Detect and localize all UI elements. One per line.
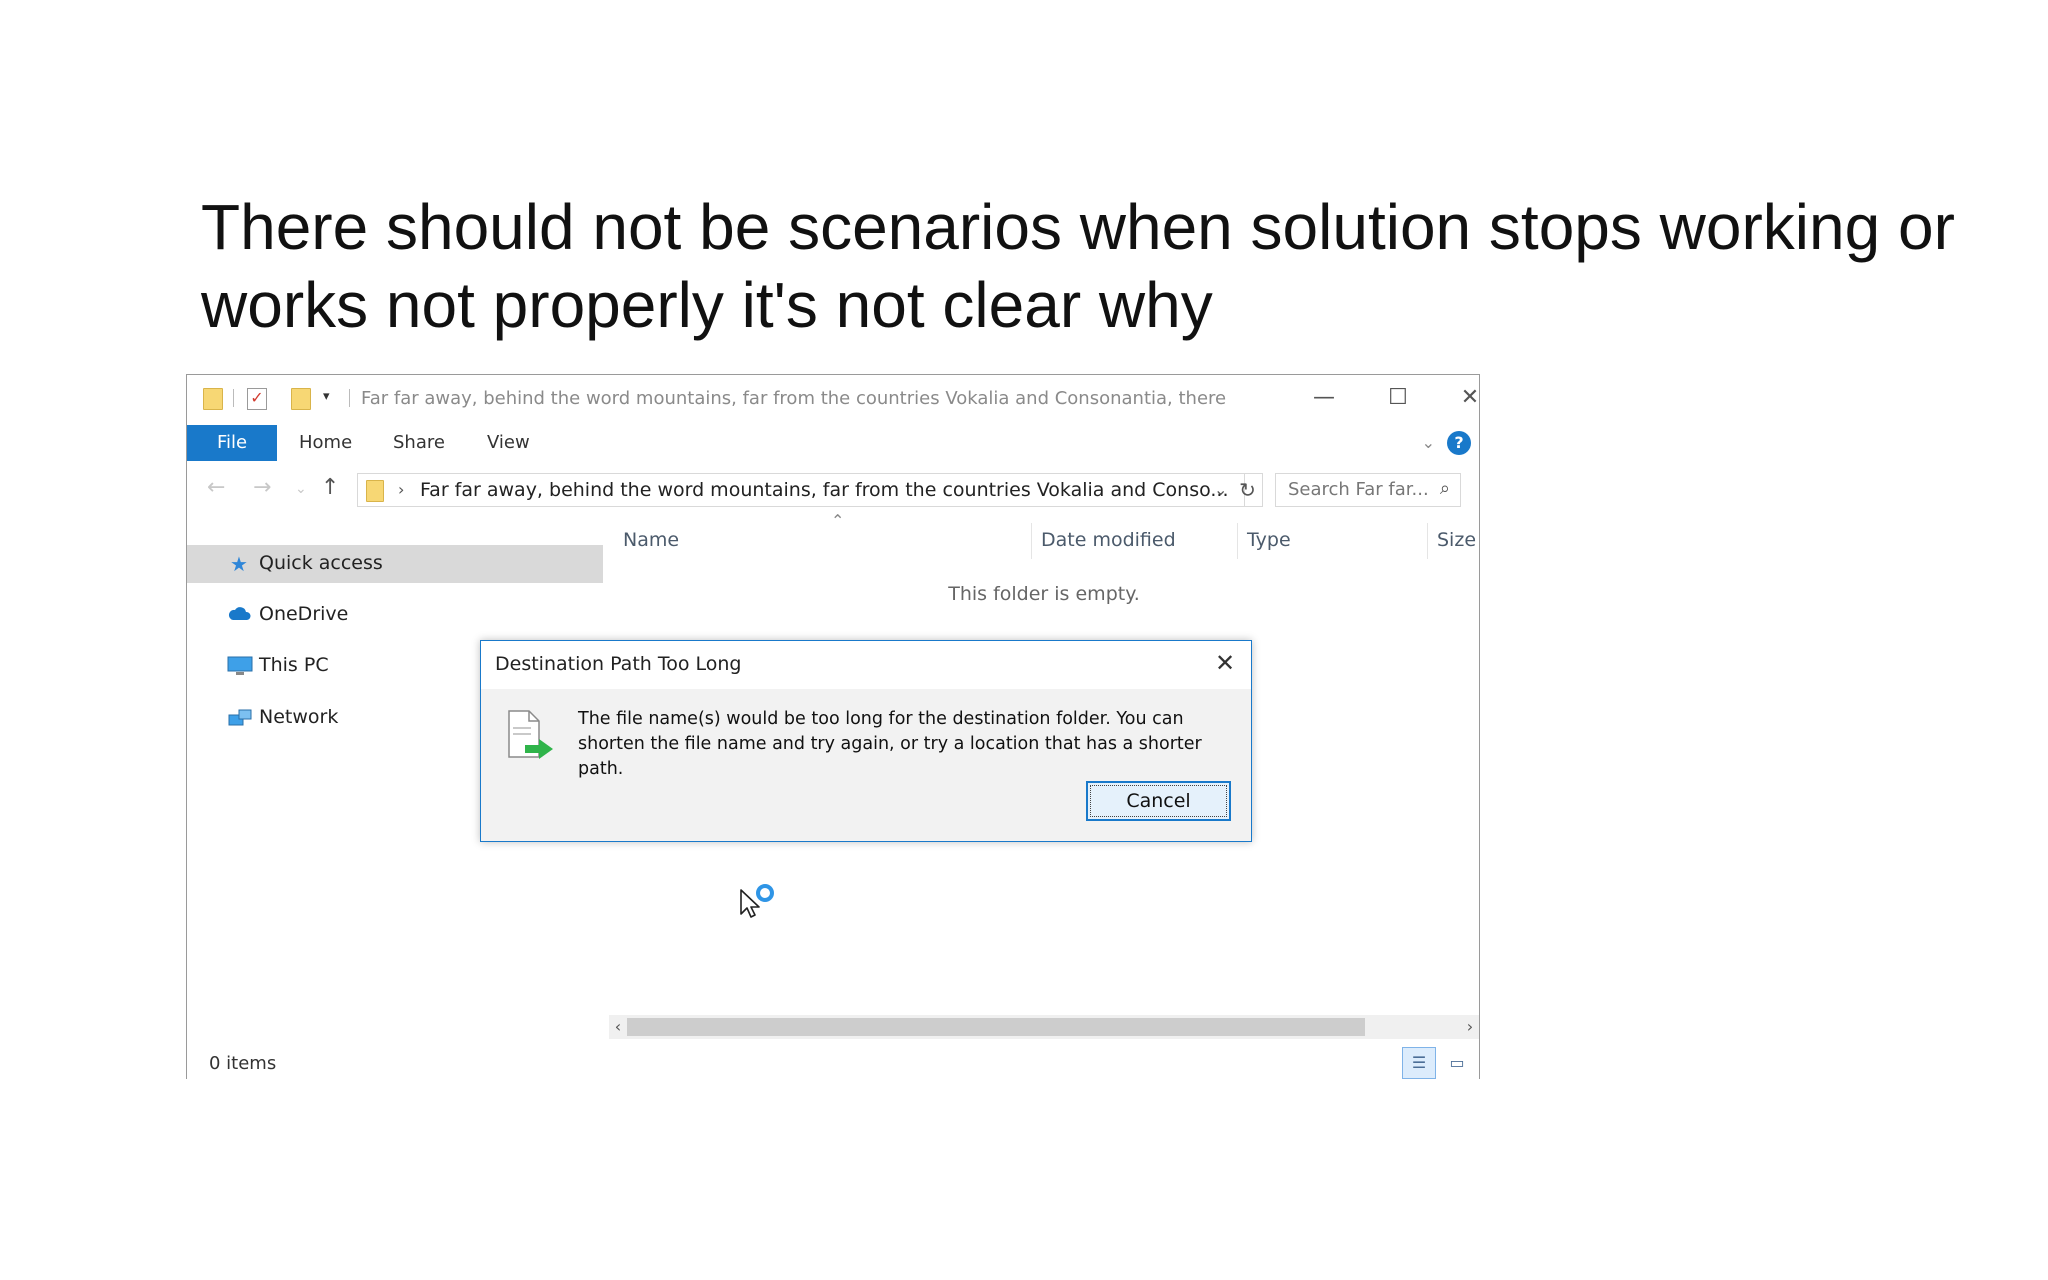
scroll-left-icon[interactable]: ‹ (609, 1015, 627, 1039)
toolbar-separator (233, 389, 234, 407)
properties-icon[interactable]: ✓ (247, 388, 267, 410)
toolbar-separator (349, 389, 350, 407)
window-title: Far far away, behind the word mountains,… (361, 388, 1227, 409)
expand-ribbon-icon[interactable]: ⌄ (1422, 433, 1435, 452)
breadcrumb-chevron-icon[interactable]: › (398, 480, 404, 499)
horizontal-scrollbar[interactable]: ‹ › (609, 1015, 1479, 1039)
cloud-icon (227, 604, 251, 626)
sidebar-item-onedrive[interactable]: OneDrive (187, 596, 603, 634)
column-header-name[interactable]: Name (623, 529, 679, 551)
folder-icon (366, 480, 384, 502)
up-arrow-icon[interactable]: ↑ (321, 475, 339, 500)
dialog-message: The file name(s) would be too long for t… (578, 709, 1202, 779)
tab-file[interactable]: File (187, 425, 277, 461)
large-icons-view-icon[interactable]: ▭ (1440, 1047, 1474, 1079)
maximize-button[interactable]: ☐ (1371, 381, 1425, 417)
cancel-button-label: Cancel (1090, 785, 1227, 817)
column-separator[interactable] (1427, 523, 1428, 559)
column-header-size[interactable]: Size (1437, 529, 1476, 551)
star-icon: ★ (230, 552, 248, 576)
recent-locations-icon[interactable]: ⌄ (295, 481, 307, 497)
column-header-type[interactable]: Type (1247, 529, 1291, 551)
scrollbar-thumb[interactable] (627, 1018, 1365, 1036)
file-move-icon (503, 709, 555, 765)
scroll-right-icon[interactable]: › (1461, 1015, 1479, 1039)
title-bar: ✓ ▾ Far far away, behind the word mounta… (187, 375, 1479, 425)
dialog-close-button[interactable]: ✕ (1207, 645, 1243, 681)
tab-view[interactable]: View (487, 425, 530, 461)
search-placeholder: Search Far far... (1288, 479, 1429, 500)
tab-share[interactable]: Share (393, 425, 445, 461)
refresh-icon[interactable]: ↻ (1233, 473, 1263, 507)
status-bar: 0 items ☰ ▭ (187, 1045, 1479, 1079)
address-dropdown-icon[interactable]: ⌄ (1214, 480, 1227, 499)
sort-caret-icon: ⌃ (831, 511, 845, 530)
column-separator[interactable] (1031, 523, 1032, 559)
minimize-button[interactable]: — (1297, 381, 1351, 417)
empty-folder-message: This folder is empty. (948, 583, 1140, 605)
forward-arrow-icon[interactable]: → (253, 475, 271, 500)
sidebar-item-label: Quick access (259, 552, 383, 574)
item-count: 0 items (209, 1053, 277, 1074)
sidebar-item-label: Network (259, 706, 339, 728)
customize-toolbar-icon[interactable]: ▾ (323, 389, 330, 404)
computer-icon (227, 655, 253, 677)
busy-cursor-icon (740, 884, 780, 924)
ribbon-tabs: File Home Share View ⌄ ? (187, 425, 1479, 461)
address-bar[interactable]: › Far far away, behind the word mountain… (357, 473, 1245, 507)
dialog-title-bar: Destination Path Too Long ✕ (481, 641, 1251, 689)
address-path[interactable]: Far far away, behind the word mountains,… (420, 479, 1229, 501)
navigation-bar: ← → ⌄ ↑ › Far far away, behind the word … (187, 461, 1479, 517)
search-icon[interactable]: ⌕ (1440, 478, 1450, 499)
sidebar-item-quick-access[interactable]: ★ Quick access (187, 545, 603, 583)
destination-path-too-long-dialog: Destination Path Too Long ✕ The file nam… (480, 640, 1252, 842)
help-icon[interactable]: ? (1447, 431, 1471, 455)
column-separator[interactable] (1237, 523, 1238, 559)
folder-icon (203, 388, 223, 410)
sidebar-item-label: This PC (259, 654, 329, 676)
column-header-date-modified[interactable]: Date modified (1041, 529, 1176, 551)
slide-title: There should not be scenarios when solut… (201, 191, 1955, 341)
back-arrow-icon[interactable]: ← (207, 475, 225, 500)
details-view-icon[interactable]: ☰ (1402, 1047, 1436, 1079)
new-folder-icon[interactable] (291, 388, 311, 410)
dialog-title: Destination Path Too Long (495, 653, 742, 675)
tab-home[interactable]: Home (299, 425, 352, 461)
network-icon (227, 707, 252, 729)
sidebar-item-label: OneDrive (259, 603, 349, 625)
close-button[interactable]: ✕ (1443, 381, 1497, 417)
cancel-button[interactable]: Cancel (1086, 781, 1231, 821)
search-input[interactable]: Search Far far... ⌕ (1275, 473, 1461, 507)
